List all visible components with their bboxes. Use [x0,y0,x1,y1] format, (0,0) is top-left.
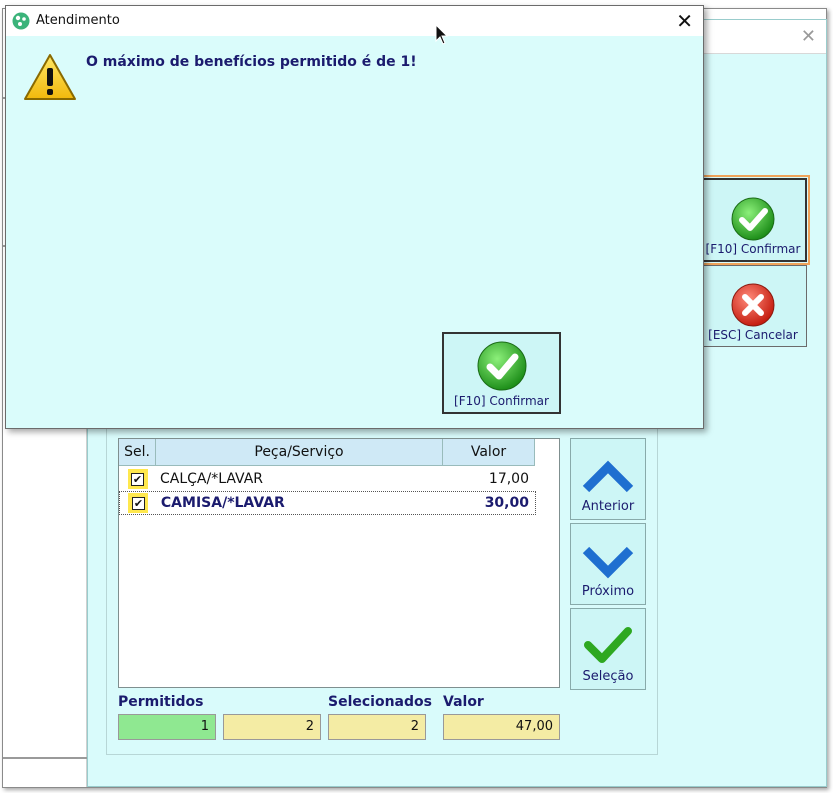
cancel-circle-icon [731,283,775,327]
next-button-label: Próximo [581,584,635,599]
selecionados-label: Selecionados [328,694,432,710]
grid-header-filler [535,439,559,466]
select-button-label: Seleção [582,669,634,684]
check-icon [584,627,632,663]
confirm-button-label: [F10] Confirmar [705,242,801,256]
background-divider [3,757,87,759]
column-header-sel[interactable]: Sel. [119,439,156,466]
mouse-cursor-icon [435,24,449,45]
previous-button[interactable]: Anterior [570,438,646,520]
permitidos-value: 1 [118,714,216,740]
chevron-down-icon [582,546,634,579]
row-sel-cell: ✔ [119,469,156,489]
previous-button-label: Anterior [581,499,635,514]
check-icon: ✔ [131,496,145,510]
chevron-up-icon [582,460,634,493]
row-valor: 17,00 [488,471,529,487]
table-row[interactable]: ✔ CALÇA/*LAVAR 17,00 [119,467,536,491]
select-button[interactable]: Seleção [570,608,646,690]
row-sel-cell: ✔ [120,493,157,513]
dialog-title: Atendimento [36,13,120,28]
row-checkbox[interactable]: ✔ [127,469,148,489]
screen: ✕ [F10] Confirmar [ESC] Cancelar Sel. Pe… [0,0,833,793]
row-checkbox[interactable]: ✔ [128,493,149,513]
message-dialog-titlebar[interactable]: Atendimento ✕ [6,6,703,36]
app-icon [12,12,30,30]
valor-label: Valor [443,694,484,710]
column-header-valor[interactable]: Valor [443,439,535,466]
confirm-button[interactable]: [F10] Confirmar [696,175,810,265]
close-icon[interactable]: ✕ [676,9,693,33]
close-icon[interactable]: ✕ [801,26,816,47]
column-header-peca-servico[interactable]: Peça/Serviço [156,439,443,466]
cancel-button-label: [ESC] Cancelar [708,328,798,342]
grid-header: Sel. Peça/Serviço Valor [119,439,559,466]
check-circle-icon [731,197,775,241]
check-circle-icon [477,341,526,391]
table-row[interactable]: ✔ CAMISA/*LAVAR 30,00 [119,491,536,515]
cancel-button[interactable]: [ESC] Cancelar [699,265,807,347]
next-button[interactable]: Próximo [570,523,646,605]
warning-icon [24,54,76,100]
check-icon: ✔ [131,472,144,486]
row-item: CALÇA/*LAVAR [160,471,264,487]
dialog-confirm-button[interactable]: [F10] Confirmar [442,332,561,414]
message-dialog: Atendimento ✕ O máximo de benefícios per… [5,5,704,429]
dialog-confirm-label: [F10] Confirmar [454,394,549,408]
selecionados-value: 2 [328,714,426,740]
row-item: CAMISA/*LAVAR [160,495,285,511]
services-grid[interactable]: Sel. Peça/Serviço Valor ✔ CALÇA/*LAVAR 1… [118,438,560,688]
permitidos-label: Permitidos [118,694,204,710]
dialog-message: O máximo de benefícios permitido é de 1! [86,54,417,70]
counter-value: 2 [223,714,321,740]
valor-value: 47,00 [443,714,560,740]
row-valor: 30,00 [484,495,529,511]
